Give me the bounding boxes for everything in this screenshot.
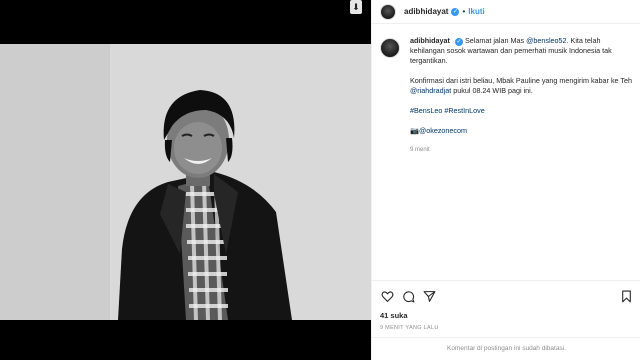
comments-closed-notice: Komentar di postingan ini sudah dibatasi… (372, 337, 640, 360)
caption-line1-prefix: Selamat jalan Mas (464, 36, 527, 45)
caption-username[interactable]: adibhidayat (410, 36, 450, 45)
separator-dot: • (462, 7, 466, 16)
mention-riahdradjat[interactable]: @riahdradjat (410, 86, 451, 95)
post-sidebar: adibhidayat ✓ • Ikuti adibhidayat ✓ Sela… (371, 0, 640, 360)
caption-para2-prefix: Konfirmasi dari istri beliau, Mbak Pauli… (410, 76, 632, 85)
caption-text: adibhidayat ✓ Selamat jalan Mas @bensleo… (410, 36, 634, 155)
post-actions: 41 suka 9 MENIT YANG LALU (372, 280, 640, 331)
bookmark-icon[interactable] (619, 289, 633, 303)
verified-badge-icon: ✓ (451, 7, 460, 16)
follow-button[interactable]: Ikuti (468, 7, 484, 16)
caption-block: adibhidayat ✓ Selamat jalan Mas @bensleo… (380, 36, 634, 155)
post-photo[interactable] (0, 44, 371, 320)
portrait-image (0, 44, 371, 320)
heart-icon[interactable] (380, 289, 394, 303)
post-media (0, 0, 371, 360)
caption-verified-icon: ✓ (454, 38, 463, 46)
post-header: adibhidayat ✓ • Ikuti (372, 0, 640, 24)
author-avatar[interactable] (380, 3, 396, 20)
hashtags[interactable]: #BensLeo #RestInLove (410, 106, 485, 115)
save-icon[interactable]: ⬇ (350, 0, 362, 14)
caption-time: 9 menit (410, 147, 430, 153)
likes-count[interactable]: 41 suka (380, 311, 633, 320)
camera-icon: 📷 (410, 126, 419, 135)
mention-okezonecom[interactable]: @okezonecom (419, 126, 467, 135)
caption-para2-suffix: pukul 08.24 WIB pagi ini. (451, 86, 533, 95)
mention-bensleo52[interactable]: @bensleo52 (526, 36, 566, 45)
share-icon[interactable] (422, 289, 436, 303)
post-timestamp: 9 MENIT YANG LALU (380, 325, 439, 331)
caption-avatar[interactable] (380, 38, 400, 58)
author-username[interactable]: adibhidayat (404, 7, 448, 16)
comment-icon[interactable] (401, 289, 415, 303)
